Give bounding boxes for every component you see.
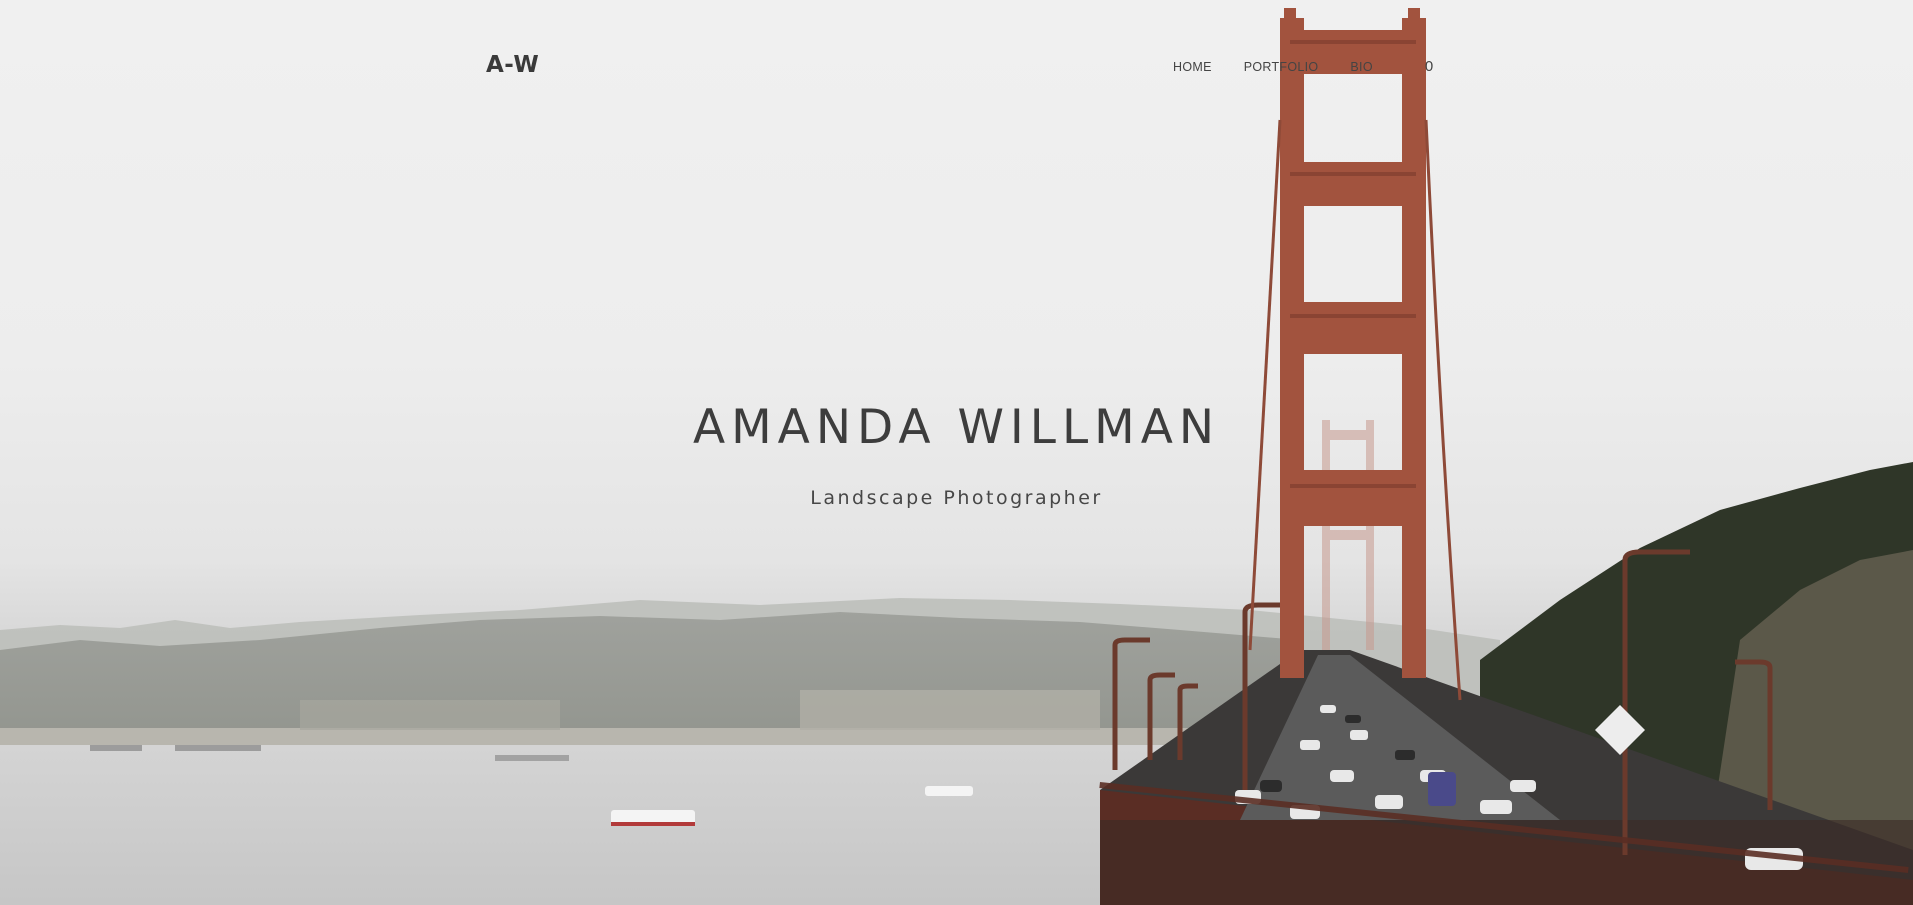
hero-subtitle: Landscape Photographer <box>810 487 1103 509</box>
nav-item-portfolio[interactable]: PORTFOLIO <box>1244 60 1319 74</box>
cart-count[interactable]: 0 <box>1425 58 1433 75</box>
nav-item-home[interactable]: HOME <box>1173 60 1212 74</box>
hero-section: A-W HOME PORTFOLIO BIO 0 AMANDA WILLMAN … <box>0 0 1913 905</box>
site-logo[interactable]: A-W <box>486 52 539 78</box>
site-header: A-W HOME PORTFOLIO BIO 0 <box>0 0 1913 130</box>
hero-title: AMANDA WILLMAN <box>692 400 1221 455</box>
nav-item-bio[interactable]: BIO <box>1350 60 1372 74</box>
main-nav: HOME PORTFOLIO BIO 0 <box>1173 58 1433 75</box>
